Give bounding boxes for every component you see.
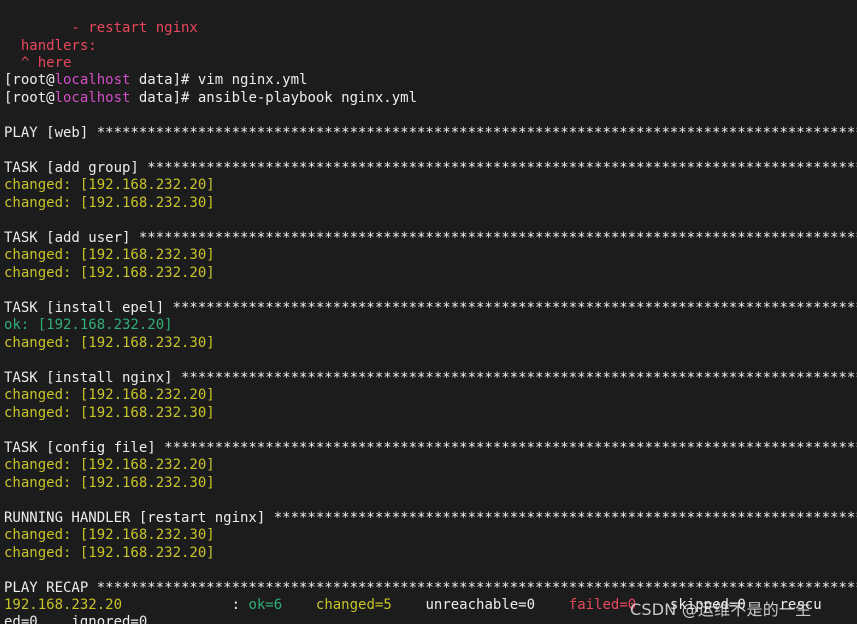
recap-ok: ok=6 <box>248 597 283 613</box>
recap-changed: changed=5 <box>315 597 392 613</box>
prompt-open: [root@ <box>4 90 55 106</box>
handler-header: RUNNING HANDLER [restart nginx] ********… <box>4 510 857 526</box>
prompt-dir: data]# <box>130 90 198 106</box>
recap-separator: : <box>122 597 249 613</box>
prompt-open: [root@ <box>4 72 55 88</box>
recap-header: PLAY RECAP *****************************… <box>4 580 857 596</box>
recap-wrap-line: ed=0 ignored=0 <box>4 614 148 624</box>
task-result-line: changed: [192.168.232.30] <box>4 247 215 263</box>
command-text: vim nginx.yml <box>197 72 308 88</box>
terminal-window[interactable]: - restart nginx handlers: ^ here [root@l… <box>0 0 857 624</box>
task-result-line: changed: [192.168.232.20] <box>4 457 215 473</box>
prompt-dir: data]# <box>130 72 198 88</box>
task-result-line: changed: [192.168.232.20] <box>4 177 215 193</box>
task-result-line: changed: [192.168.232.20] <box>4 545 215 561</box>
task-result-line: changed: [192.168.232.30] <box>4 335 215 351</box>
command-text: ansible-playbook nginx.yml <box>197 90 418 106</box>
task-header: TASK [add group] ***********************… <box>4 160 857 176</box>
error-restart-line: - restart nginx <box>4 20 198 36</box>
csdn-watermark: CSDN @运维不是的一生 <box>630 600 812 619</box>
task-header: TASK [add user] ************************… <box>4 230 857 246</box>
error-here-line: ^ here <box>4 55 72 71</box>
prompt-host: localhost <box>54 72 131 88</box>
recap-failed: failed=0 <box>568 597 637 613</box>
task-result-line: changed: [192.168.232.20] <box>4 265 215 281</box>
task-result-line: changed: [192.168.232.30] <box>4 405 215 421</box>
task-header: TASK [install epel] ********************… <box>4 300 857 316</box>
task-header: TASK [install nginx] *******************… <box>4 370 857 386</box>
error-handlers-line: handlers: <box>4 38 97 54</box>
play-header: PLAY [web] *****************************… <box>4 125 857 141</box>
prompt-line-2: [root@localhost data]# ansible-playbook … <box>4 90 417 107</box>
task-header: TASK [config file] *********************… <box>4 440 857 456</box>
task-result-line: changed: [192.168.232.30] <box>4 475 215 491</box>
recap-unreachable: unreachable=0 <box>425 597 536 613</box>
prompt-line-1: [root@localhost data]# vim nginx.yml <box>4 72 307 89</box>
task-result-line: changed: [192.168.232.30] <box>4 195 215 211</box>
task-result-line: changed: [192.168.232.20] <box>4 387 215 403</box>
recap-host: 192.168.232.20 <box>4 597 123 613</box>
task-result-line: ok: [192.168.232.20] <box>4 317 173 333</box>
prompt-host: localhost <box>54 90 131 106</box>
task-result-line: changed: [192.168.232.30] <box>4 527 215 543</box>
